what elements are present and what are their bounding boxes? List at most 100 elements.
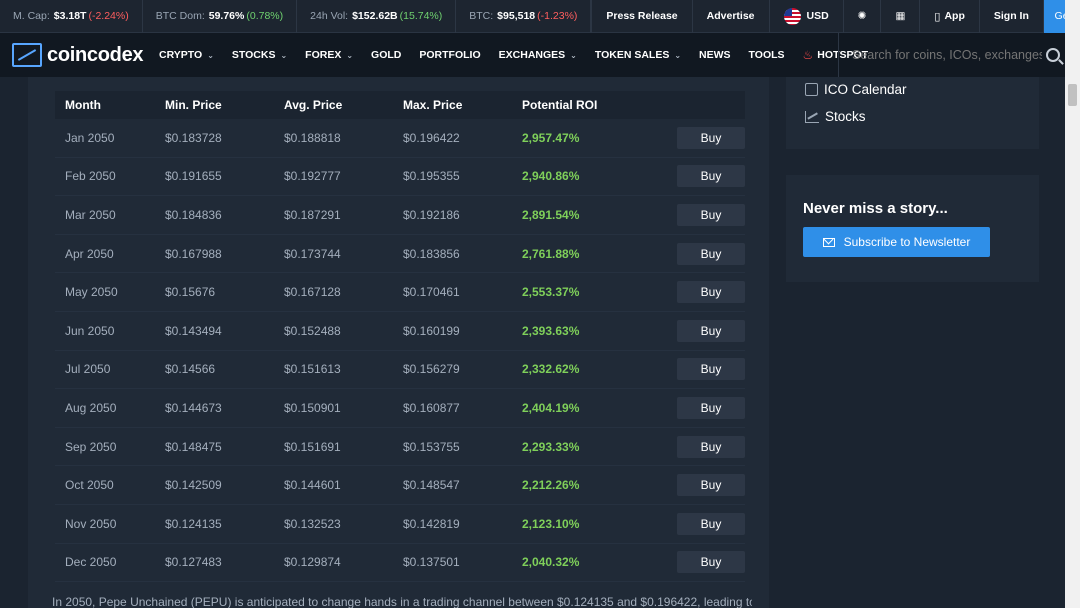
cell-potential-roi: 2,040.32%	[522, 555, 580, 570]
cell-potential-roi: 2,553.37%	[522, 285, 580, 300]
app-link[interactable]: ▯ App	[919, 0, 978, 33]
ticker-btc-price[interactable]: BTC: $95,518 (-1.23%)	[456, 0, 592, 33]
ticker-change: (15.74%)	[399, 10, 443, 22]
sidebar-link-label: Stocks	[825, 109, 866, 124]
cell-max-price: $0.195355	[403, 169, 460, 184]
nav-news[interactable]: NEWS	[690, 49, 740, 61]
cell-potential-roi: 2,293.33%	[522, 439, 580, 454]
buy-button[interactable]: Buy	[677, 512, 745, 535]
buy-button[interactable]: Buy	[677, 396, 745, 419]
ticker-market-cap[interactable]: M. Cap: $3.18T (-2.24%)	[0, 0, 143, 33]
cell-avg-price: $0.167128	[284, 285, 341, 300]
subscribe-newsletter-button[interactable]: Subscribe to Newsletter	[803, 227, 990, 257]
nav-forex[interactable]: FOREX ⌄	[296, 49, 362, 61]
buy-button[interactable]: Buy	[677, 435, 745, 458]
buy-button[interactable]: Buy	[677, 165, 745, 188]
ticker-btc-dominance[interactable]: BTC Dom: 59.76% (0.78%)	[143, 0, 298, 33]
nav-stocks[interactable]: STOCKS ⌄	[223, 49, 296, 61]
cell-min-price: $0.184836	[165, 207, 222, 222]
buy-button[interactable]: Buy	[677, 474, 745, 497]
scrollbar-thumb[interactable]	[1068, 84, 1077, 106]
nav-token-sales-label: TOKEN SALES	[594, 49, 670, 61]
ticker-label: BTC Dom:	[155, 10, 205, 22]
cell-action: Buy	[651, 126, 745, 149]
cell-min-price: $0.167988	[165, 246, 222, 261]
buy-button[interactable]: Buy	[677, 319, 745, 342]
press-release-link[interactable]: Press Release	[591, 0, 691, 33]
cell-potential-roi: 2,940.86%	[522, 169, 580, 184]
nav-tools[interactable]: TOOLS	[740, 49, 794, 61]
chevron-down-icon: ⌄	[674, 50, 682, 60]
cell-min-price: $0.142509	[165, 478, 222, 493]
header-avg-price[interactable]: Avg. Price	[284, 98, 403, 112]
buy-button[interactable]: Buy	[677, 551, 745, 574]
cell-month: Feb 2050	[65, 169, 116, 184]
cell-action: Buy	[651, 435, 745, 458]
calculator-icon: ▦	[895, 10, 906, 22]
header-min-price[interactable]: Min. Price	[165, 98, 284, 112]
cell-max-price: $0.160199	[403, 323, 460, 338]
search-input[interactable]	[852, 48, 1042, 62]
newsletter-title: Never miss a story...	[803, 200, 948, 217]
ticker-change: (-1.23%)	[537, 10, 578, 22]
header-month[interactable]: Month	[55, 98, 165, 112]
cell-avg-price: $0.132523	[284, 516, 341, 531]
price-prediction-table: Month Min. Price Avg. Price Max. Price P…	[55, 91, 745, 583]
cell-avg-price: $0.173744	[284, 246, 341, 261]
cell-avg-price: $0.152488	[284, 323, 341, 338]
nav-crypto[interactable]: CRYPTO ⌄	[150, 49, 223, 61]
logo-chart-icon	[12, 43, 42, 67]
header-max-price[interactable]: Max. Price	[403, 98, 522, 112]
search-icon[interactable]	[1046, 48, 1060, 62]
currency-selector[interactable]: USD	[768, 0, 843, 33]
theme-toggle-button[interactable]: ✺	[842, 0, 881, 33]
page-scrollbar[interactable]	[1065, 0, 1080, 608]
buy-button[interactable]: Buy	[677, 281, 745, 304]
cell-avg-price: $0.144601	[284, 478, 341, 493]
table-row: Mar 2050 $0.184836 $0.187291 $0.192186 2,891…	[55, 196, 745, 235]
table-row: Feb 2050 $0.191655 $0.192777 $0.195355 2,940…	[55, 158, 745, 197]
cell-min-price: $0.148475	[165, 439, 222, 454]
cell-action: Buy	[651, 281, 745, 304]
sun-icon: ✺	[857, 10, 867, 22]
table-row: Oct 2050 $0.142509 $0.144601 $0.148547 2,212…	[55, 466, 745, 505]
sign-in-link[interactable]: Sign In	[978, 0, 1043, 33]
buy-button[interactable]: Buy	[677, 126, 745, 149]
buy-button[interactable]: Buy	[677, 242, 745, 265]
table-row: Aug 2050 $0.144673 $0.150901 $0.160877 2,404…	[55, 389, 745, 428]
header-potential-roi[interactable]: Potential ROI	[522, 98, 651, 112]
cell-potential-roi: 2,404.19%	[522, 400, 580, 415]
cell-max-price: $0.148547	[403, 478, 460, 493]
nav-exchanges-label: EXCHANGES	[498, 49, 566, 61]
cell-month: Nov 2050	[65, 516, 117, 531]
nav-crypto-label: CRYPTO	[159, 49, 203, 61]
currency-label: USD	[806, 10, 829, 22]
nav-token-sales[interactable]: TOKEN SALES ⌄	[586, 49, 690, 61]
nav-gold[interactable]: GOLD	[362, 49, 410, 61]
sidebar-link-stocks[interactable]: Stocks	[805, 109, 866, 124]
advertise-link[interactable]: Advertise	[691, 0, 769, 33]
cell-min-price: $0.127483	[165, 555, 222, 570]
nav-portfolio[interactable]: PORTFOLIO	[410, 49, 489, 61]
cell-max-price: $0.142819	[403, 516, 460, 531]
nav-stocks-label: STOCKS	[231, 49, 276, 61]
nav-exchanges[interactable]: EXCHANGES ⌄	[490, 49, 586, 61]
search-bar	[838, 33, 1065, 77]
cell-potential-roi: 2,212.26%	[522, 478, 580, 493]
cell-max-price: $0.196422	[403, 130, 460, 145]
ticker-label: M. Cap:	[13, 10, 50, 22]
cell-potential-roi: 2,957.47%	[522, 130, 580, 145]
calculator-button[interactable]: ▦	[880, 0, 919, 33]
ticker-24h-volume[interactable]: 24h Vol: $152.62B (15.74%)	[297, 0, 457, 33]
site-logo[interactable]: coincodex	[0, 43, 150, 67]
buy-button[interactable]: Buy	[677, 203, 745, 226]
cell-max-price: $0.156279	[403, 362, 460, 377]
chart-line-icon	[805, 110, 819, 123]
cell-avg-price: $0.187291	[284, 207, 341, 222]
cell-min-price: $0.15676	[165, 285, 216, 300]
ticker-value: $152.62B	[352, 10, 398, 22]
sidebar-link-ico-calendar[interactable]: ICO Calendar	[805, 82, 907, 97]
top-links: Press Release Advertise USD ✺ ▦ ▯ App Si…	[591, 0, 1080, 33]
buy-button[interactable]: Buy	[677, 358, 745, 381]
nav-news-label: NEWS	[699, 49, 731, 61]
